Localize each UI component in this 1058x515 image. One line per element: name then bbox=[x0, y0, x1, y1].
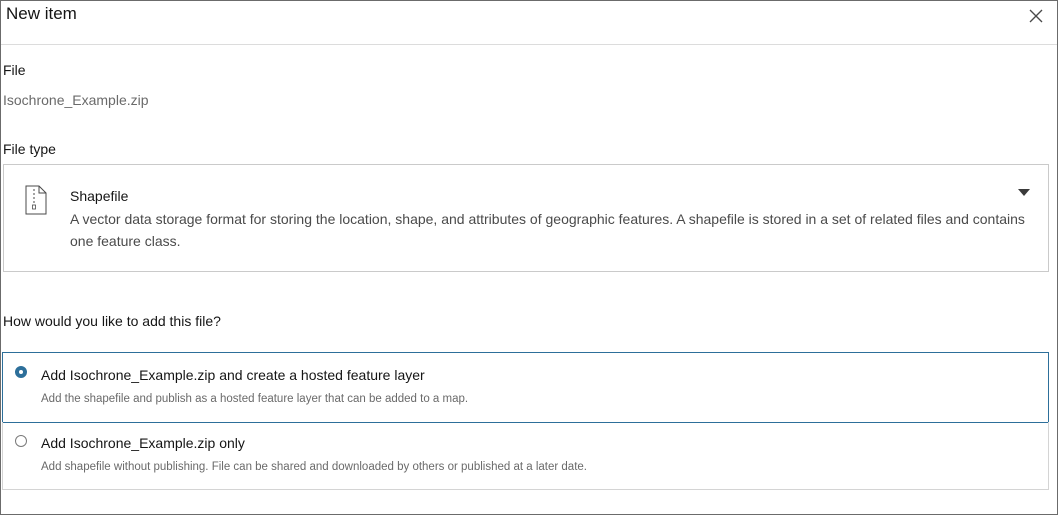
dialog-header: New item bbox=[1, 1, 1057, 45]
file-type-title: Shapefile bbox=[70, 188, 129, 204]
file-name: Isochrone_Example.zip bbox=[3, 92, 149, 108]
caret-down-icon[interactable] bbox=[1018, 189, 1030, 197]
new-item-dialog: New item File Isochrone_Example.zip File… bbox=[0, 0, 1058, 515]
add-method-question: How would you like to add this file? bbox=[3, 313, 221, 329]
file-type-label: File type bbox=[3, 141, 56, 157]
option-add-only[interactable]: Add Isochrone_Example.zip only Add shape… bbox=[2, 422, 1049, 490]
file-type-description: A vector data storage format for storing… bbox=[70, 211, 1025, 249]
radio-unselected-icon[interactable] bbox=[15, 435, 27, 447]
option-title: Add Isochrone_Example.zip and create a h… bbox=[41, 367, 425, 383]
option-description: Add the shapefile and publish as a hoste… bbox=[41, 393, 469, 405]
radio-selected-icon[interactable] bbox=[15, 366, 27, 378]
option-description: Add shapefile without publishing. File c… bbox=[41, 461, 587, 473]
option-create-hosted-layer[interactable]: Add Isochrone_Example.zip and create a h… bbox=[2, 352, 1049, 423]
option-title: Add Isochrone_Example.zip only bbox=[41, 435, 245, 451]
file-icon bbox=[25, 185, 47, 215]
close-button[interactable] bbox=[1025, 5, 1047, 27]
file-type-select[interactable]: Shapefile A vector data storage format f… bbox=[3, 164, 1049, 272]
dialog-title: New item bbox=[6, 4, 77, 23]
close-icon bbox=[1029, 9, 1043, 23]
file-label: File bbox=[3, 62, 26, 78]
